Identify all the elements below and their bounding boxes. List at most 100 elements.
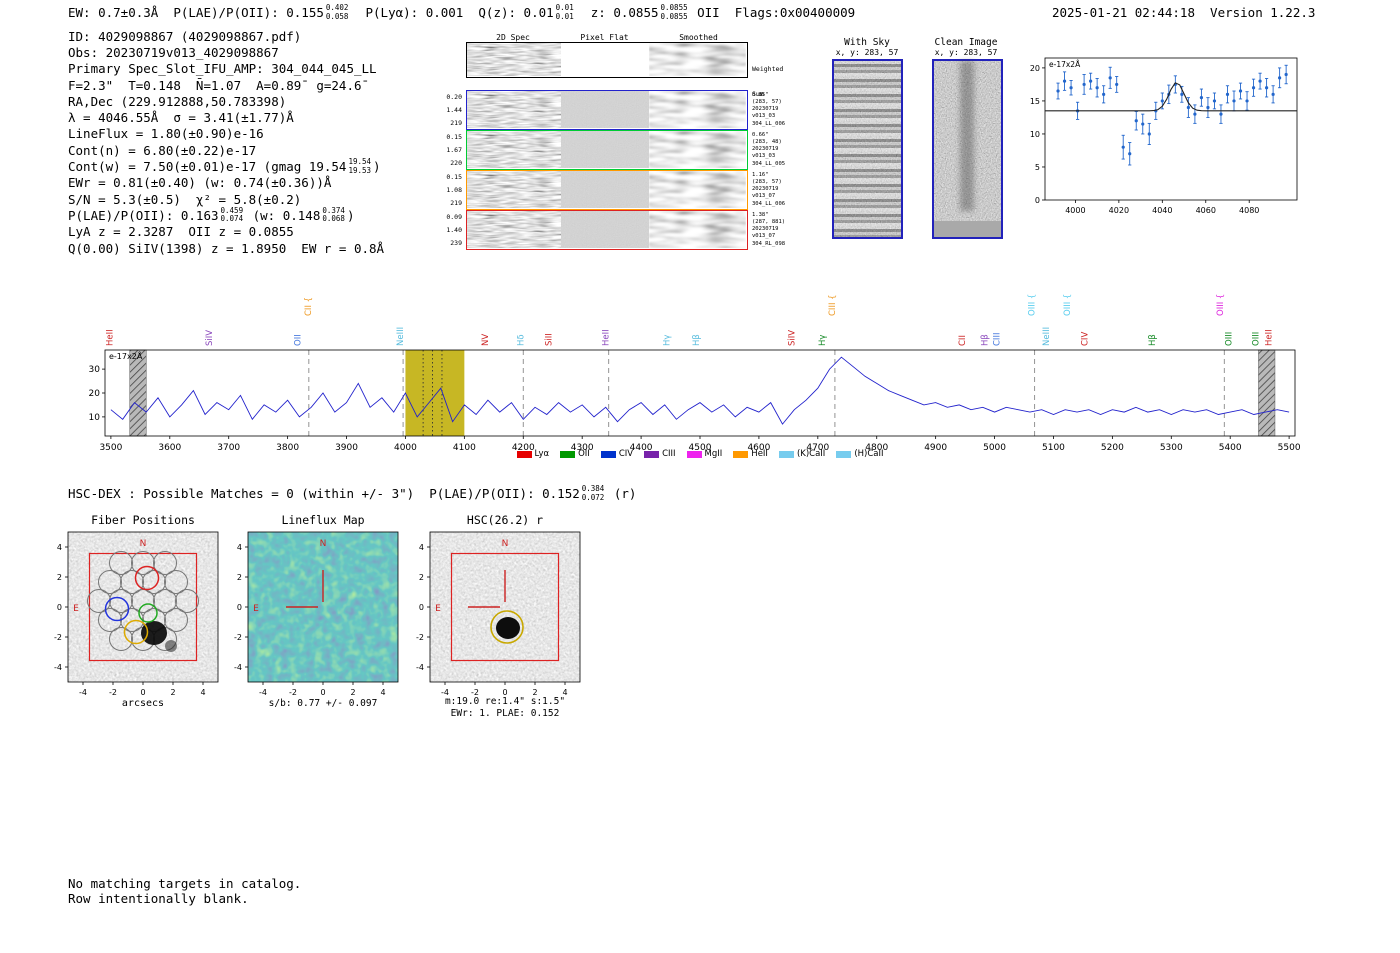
stacked-value-line: 0.058	[326, 13, 349, 22]
legend-item: CIV	[601, 449, 633, 459]
stacked-value-line: 0.0855	[661, 13, 688, 22]
text-segment: S/N = 5.3(±0.5) χ² = 5.8(±0.2)	[68, 192, 301, 207]
lineflux-map-title: Lineflux Map	[248, 513, 398, 527]
legend-item: CIII	[644, 449, 675, 459]
fiber-row-metric: 0.15	[440, 171, 462, 184]
hsc-caption-1: m:19.0 re:1.4" s:1.5"	[415, 696, 595, 707]
svg-text:10: 10	[1030, 130, 1040, 139]
weighted-sum-images	[467, 43, 747, 77]
text-segment: )	[347, 208, 355, 223]
emission-line-label: CIII	[992, 333, 1002, 346]
svg-text:15: 15	[1030, 97, 1040, 106]
lineflux-caption: s/b: 0.77 +/- 0.097	[238, 698, 408, 709]
emission-line-labels: HeIISiIVOIICII {NeIIINVHδSiIIHeIIHγHβSiI…	[106, 294, 1275, 346]
legend-swatch	[644, 451, 659, 458]
emission-line-label: OIII	[1252, 332, 1262, 346]
fiber-row-annotation-line: (283, 57)	[752, 99, 798, 106]
svg-text:-4: -4	[234, 663, 242, 672]
legend-swatch	[560, 451, 575, 458]
svg-text:20: 20	[1030, 64, 1040, 73]
svg-text:0: 0	[57, 603, 62, 612]
stacked-value: 19.5419.53	[348, 158, 371, 175]
weighted-smoothed-image	[649, 43, 746, 76]
fiber-row-metric: 0.15	[440, 131, 462, 144]
emission-line-label: Hβ	[981, 334, 991, 346]
svg-text:4000: 4000	[1065, 206, 1085, 215]
svg-text:2: 2	[237, 573, 242, 582]
legend-swatch	[517, 451, 532, 458]
fiber-2dspec-image	[467, 131, 561, 168]
emission-line-label: Hδ	[516, 334, 526, 346]
stacked-value-line: 0.01	[556, 13, 574, 22]
fiber-row-images	[467, 91, 747, 129]
legend-label: (K)CaII	[797, 449, 825, 459]
info-line: RA,Dec (229.912888,50.783398)	[68, 93, 384, 109]
info-line: P(LAE)/P(OII): 0.1630.4590.074 (w: 0.148…	[68, 207, 384, 223]
fiber-row-left-label: 0.151.67220	[440, 131, 462, 170]
fiber-row-metric: 1.40	[440, 224, 462, 237]
elixer-report-page: EW: 0.7±0.3Å P(LAE)/P(OII): 0.1550.4020.…	[0, 0, 1400, 953]
cutout-plot-group: NE-4-4-2-2002244	[54, 532, 218, 697]
hsc-dex-match-line: HSC-DEX : Possible Matches = 0 (within +…	[68, 485, 636, 502]
fiber-smoothed-image	[649, 171, 746, 208]
svg-text:4020: 4020	[1109, 206, 1129, 215]
col-header-smoothed: Smoothed	[649, 33, 748, 42]
fiber-row-images	[467, 131, 747, 169]
fiber-row-metric: 219	[440, 117, 462, 130]
fiber-row-metric: 239	[440, 237, 462, 250]
svg-text:4040: 4040	[1152, 206, 1172, 215]
with-sky-image	[832, 59, 903, 239]
text-segment: LyA z = 2.3287 OII z = 0.0855	[68, 224, 294, 239]
info-line: LineFlux = 1.80(±0.90)e-16	[68, 126, 384, 142]
legend-swatch	[687, 451, 702, 458]
spectrum-line	[111, 357, 1289, 424]
svg-text:2: 2	[57, 573, 62, 582]
text-segment: (r)	[606, 486, 636, 501]
fiber-row-annotation-line: 304_LL_006	[752, 121, 798, 128]
north-label: N	[320, 539, 327, 549]
fiber-row-strip	[466, 210, 748, 250]
fiber-2dspec-image	[467, 211, 561, 248]
stacked-value: 0.3840.072	[582, 485, 605, 502]
fiber-row-annotation-line: 304_RL_098	[752, 241, 798, 248]
stacked-value: 0.4590.074	[221, 207, 244, 224]
fiber-row-strip	[466, 170, 748, 210]
info-line: λ = 4046.55Å σ = 3.41(±1.77)Å	[68, 109, 384, 125]
fiber-row-annotation-line: 20230719	[752, 146, 798, 153]
fiber-row-metric: 1.44	[440, 104, 462, 117]
fiber-row-annotation-line: (283, 48)	[752, 139, 798, 146]
emission-line-label: CIII {	[828, 294, 838, 316]
text-segment: RA,Dec (229.912888,50.783398)	[68, 94, 286, 109]
info-line: F=2.3" T=0.148 N̄=1.07 A=0.89̄ g=24.6̄	[68, 77, 384, 93]
legend-label: (H)CaII	[854, 449, 883, 459]
svg-text:4: 4	[237, 543, 242, 552]
emission-line-label: SiIV	[205, 330, 215, 346]
legend-label: CIV	[619, 449, 633, 459]
fiber-row-left-label: 0.201.44219	[440, 91, 462, 130]
info-line: S/N = 5.3(±0.5) χ² = 5.8(±0.2)	[68, 191, 384, 207]
fiber-row-metric: 0.09	[440, 211, 462, 224]
legend-swatch	[779, 451, 794, 458]
fiber-2dspec-image	[467, 171, 561, 208]
emission-line-label: Hγ	[662, 335, 672, 346]
svg-text:-4: -4	[259, 688, 267, 697]
text-segment: F=2.3" T=0.148 N̄=1.07 A=0.89̄ g=24.6̄	[68, 78, 362, 93]
fiber-smoothed-image	[649, 131, 746, 168]
east-label: E	[253, 604, 259, 614]
stacked-value-line: 0.068	[322, 215, 345, 224]
fiber-row-annotation: 1.16"(283, 57)20230719v013_07304_LL_006	[752, 172, 798, 208]
svg-text:0: 0	[320, 688, 325, 697]
svg-text:20: 20	[89, 389, 101, 399]
stacked-value: 0.4020.058	[326, 4, 349, 21]
legend-label: Lyα	[535, 449, 550, 459]
legend-swatch	[836, 451, 851, 458]
note-no-matching-targets: No matching targets in catalog.	[68, 876, 301, 891]
weighted-sum-strip	[466, 42, 748, 78]
fiber-row-annotation-line: v013_07	[752, 233, 798, 240]
clean-image	[932, 59, 1003, 239]
legend-item: MgII	[687, 449, 723, 459]
svg-text:4: 4	[380, 688, 385, 697]
col-header-pixelflat: Pixel Flat	[560, 33, 649, 42]
emission-line-label: CIV	[1081, 332, 1091, 346]
emission-line-label: NeIII	[396, 327, 406, 346]
